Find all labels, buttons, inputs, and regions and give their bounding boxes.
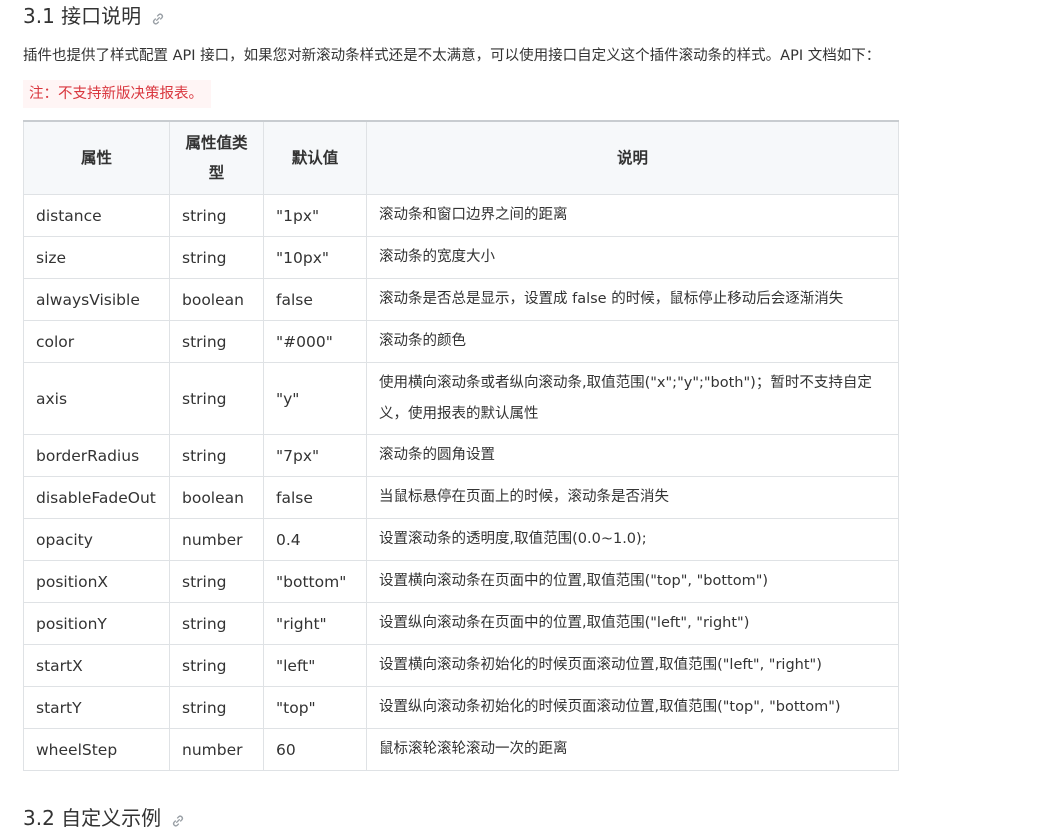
table-row: positionX string "bottom" 设置横向滚动条在页面中的位置…	[23, 560, 899, 603]
cell-default: "left"	[263, 644, 367, 687]
cell-attribute: size	[23, 236, 170, 279]
cell-description: 使用横向滚动条或者纵向滚动条,取值范围("x";"y";"both")；暂时不支…	[366, 362, 899, 435]
cell-attribute: distance	[23, 194, 170, 237]
cell-default: "#000"	[263, 320, 367, 363]
table-header-row: 属性 属性值类型 默认值 说明	[23, 120, 899, 195]
table-row: distance string "1px" 滚动条和窗口边界之间的距离	[23, 194, 899, 237]
note-callout: 注：不支持新版决策报表。	[23, 80, 211, 108]
cell-attribute: opacity	[23, 518, 170, 561]
api-table: 属性 属性值类型 默认值 说明 distance string "1px" 滚动…	[23, 120, 899, 771]
cell-type: string	[169, 194, 264, 237]
cell-default: "y"	[263, 362, 367, 435]
cell-attribute: alwaysVisible	[23, 278, 170, 321]
cell-default: "7px"	[263, 434, 367, 477]
table-row: startX string "left" 设置横向滚动条初始化的时候页面滚动位置…	[23, 644, 899, 687]
cell-attribute: positionY	[23, 602, 170, 645]
cell-type: string	[169, 236, 264, 279]
table-row: opacity number 0.4 设置滚动条的透明度,取值范围(0.0~1.…	[23, 518, 899, 561]
table-row: positionY string "right" 设置纵向滚动条在页面中的位置,…	[23, 602, 899, 645]
header-default: 默认值	[263, 120, 367, 195]
cell-default: "10px"	[263, 236, 367, 279]
cell-attribute: axis	[23, 362, 170, 435]
cell-type: string	[169, 434, 264, 477]
table-row: color string "#000" 滚动条的颜色	[23, 320, 899, 363]
cell-attribute: color	[23, 320, 170, 363]
cell-description: 滚动条的宽度大小	[366, 236, 899, 279]
section-heading-custom-example: 3.2 自定义示例	[23, 802, 185, 830]
cell-type: string	[169, 320, 264, 363]
cell-type: number	[169, 518, 264, 561]
heading-text: 3.2 自定义示例	[23, 805, 162, 830]
cell-type: string	[169, 602, 264, 645]
cell-attribute: startY	[23, 686, 170, 729]
table-row: axis string "y" 使用横向滚动条或者纵向滚动条,取值范围("x";…	[23, 362, 899, 435]
section-heading-interface: 3.1 接口说明	[23, 0, 165, 28]
cell-description: 滚动条的圆角设置	[366, 434, 899, 477]
cell-default: "1px"	[263, 194, 367, 237]
cell-type: string	[169, 560, 264, 603]
heading-text: 3.1 接口说明	[23, 3, 142, 28]
cell-type: string	[169, 644, 264, 687]
header-description: 说明	[366, 120, 899, 195]
cell-type: boolean	[169, 476, 264, 519]
cell-attribute: positionX	[23, 560, 170, 603]
table-row: borderRadius string "7px" 滚动条的圆角设置	[23, 434, 899, 477]
table-row: alwaysVisible boolean false 滚动条是否总是显示，设置…	[23, 278, 899, 321]
cell-attribute: disableFadeOut	[23, 476, 170, 519]
cell-description: 设置滚动条的透明度,取值范围(0.0~1.0);	[366, 518, 899, 561]
header-attribute: 属性	[23, 120, 170, 195]
table-row: size string "10px" 滚动条的宽度大小	[23, 236, 899, 279]
cell-description: 设置纵向滚动条初始化的时候页面滚动位置,取值范围("top", "bottom"…	[366, 686, 899, 729]
cell-default: "top"	[263, 686, 367, 729]
cell-attribute: borderRadius	[23, 434, 170, 477]
cell-type: boolean	[169, 278, 264, 321]
table-row: wheelStep number 60 鼠标滚轮滚轮滚动一次的距离	[23, 728, 899, 771]
table-row: disableFadeOut boolean false 当鼠标悬停在页面上的时…	[23, 476, 899, 519]
cell-default: false	[263, 278, 367, 321]
table-row: startY string "top" 设置纵向滚动条初始化的时候页面滚动位置,…	[23, 686, 899, 729]
cell-type: string	[169, 686, 264, 729]
cell-type: number	[169, 728, 264, 771]
cell-description: 鼠标滚轮滚轮滚动一次的距离	[366, 728, 899, 771]
cell-default: "bottom"	[263, 560, 367, 603]
cell-description: 设置横向滚动条初始化的时候页面滚动位置,取值范围("left", "right"…	[366, 644, 899, 687]
cell-description: 设置纵向滚动条在页面中的位置,取值范围("left", "right")	[366, 602, 899, 645]
cell-default: 0.4	[263, 518, 367, 561]
cell-attribute: wheelStep	[23, 728, 170, 771]
cell-description: 当鼠标悬停在页面上的时候，滚动条是否消失	[366, 476, 899, 519]
cell-default: "right"	[263, 602, 367, 645]
cell-default: 60	[263, 728, 367, 771]
cell-type: string	[169, 362, 264, 435]
cell-description: 滚动条的颜色	[366, 320, 899, 363]
intro-paragraph: 插件也提供了样式配置 API 接口，如果您对新滚动条样式还是不太满意，可以使用接…	[23, 48, 881, 64]
link-icon[interactable]	[151, 7, 165, 25]
cell-description: 滚动条是否总是显示，设置成 false 的时候，鼠标停止移动后会逐渐消失	[366, 278, 899, 321]
cell-default: false	[263, 476, 367, 519]
cell-attribute: startX	[23, 644, 170, 687]
cell-description: 滚动条和窗口边界之间的距离	[366, 194, 899, 237]
header-value-type: 属性值类型	[169, 120, 264, 195]
cell-description: 设置横向滚动条在页面中的位置,取值范围("top", "bottom")	[366, 560, 899, 603]
